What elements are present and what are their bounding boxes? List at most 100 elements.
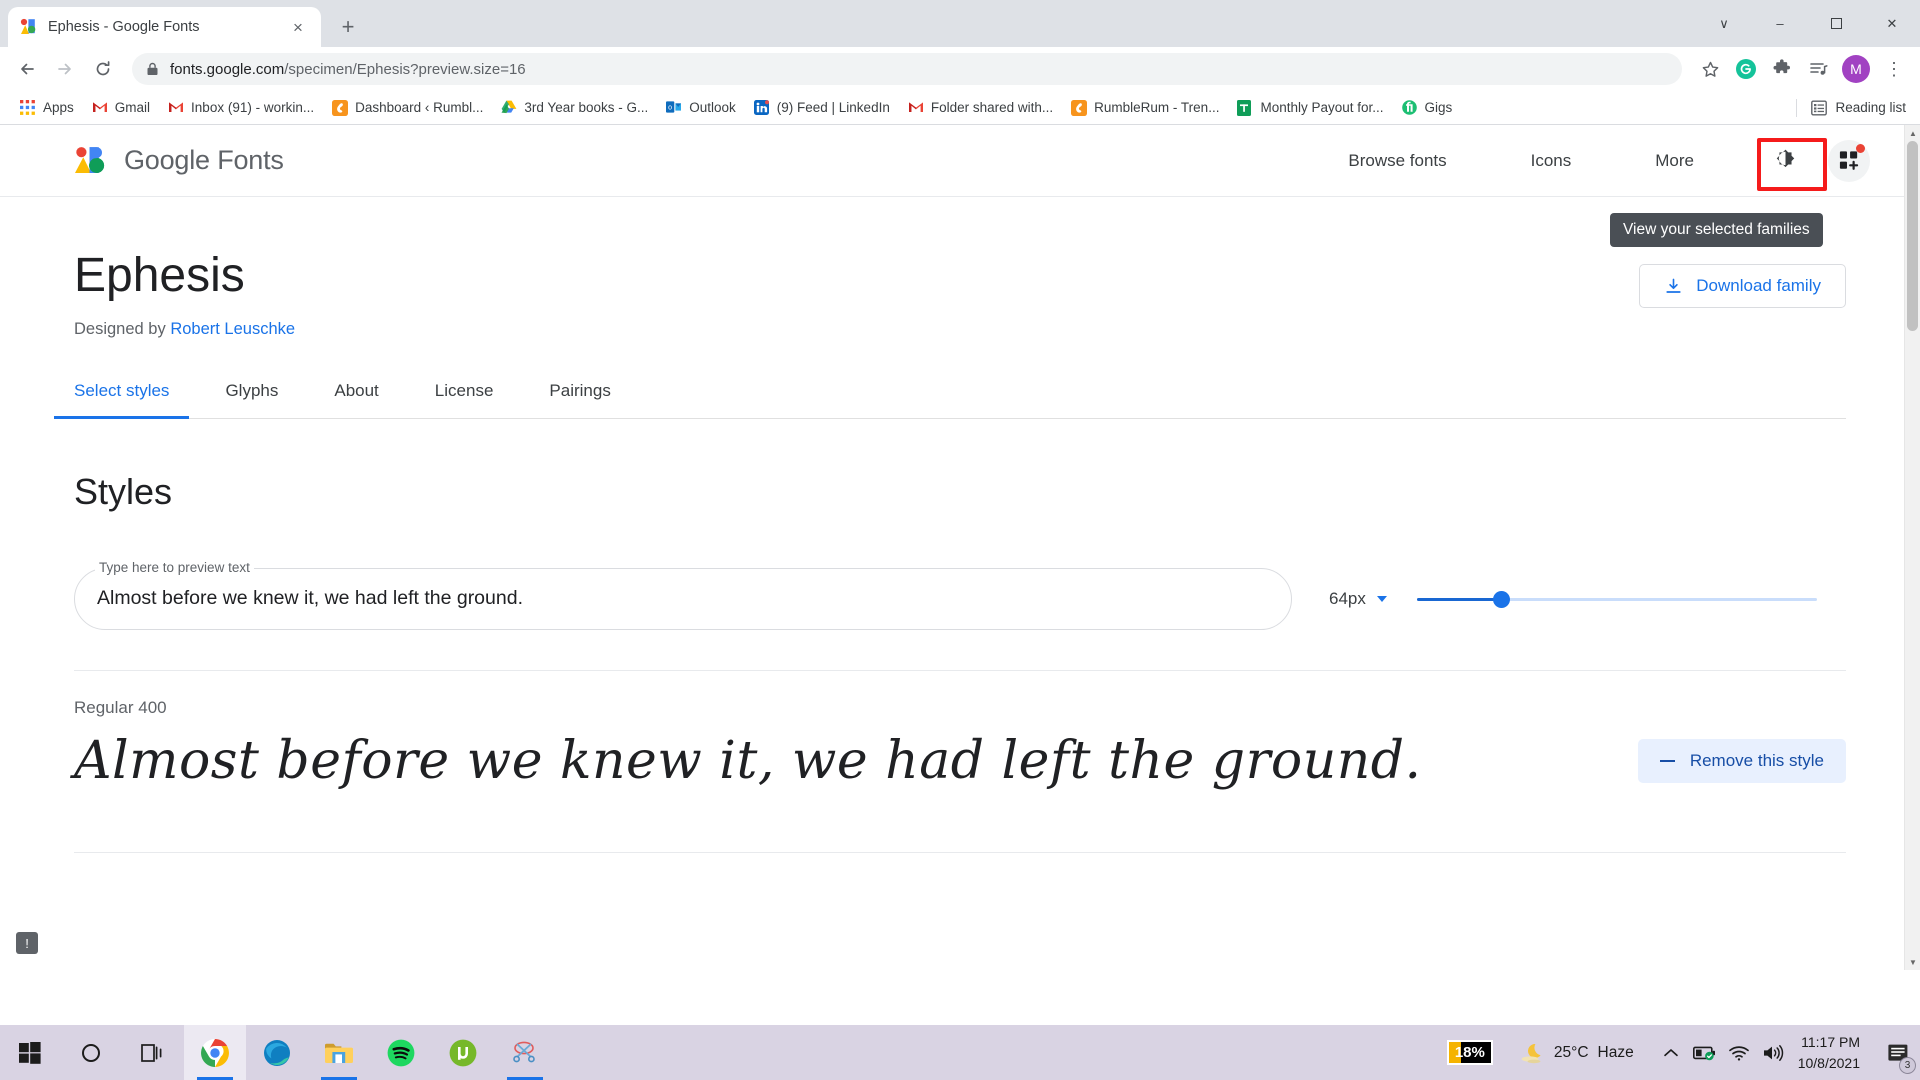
- notification-center-button[interactable]: 3: [1876, 1025, 1920, 1080]
- slider-thumb[interactable]: [1492, 590, 1510, 608]
- page-scrollbar[interactable]: ▲ ▼: [1904, 125, 1920, 970]
- bookmark-linkedin-feed[interactable]: (9) Feed | LinkedIn: [746, 96, 898, 120]
- url-domain: fonts.google.com: [170, 60, 285, 78]
- battery-percent-badge[interactable]: 18%: [1446, 1040, 1493, 1065]
- file-explorer-button[interactable]: [308, 1025, 370, 1080]
- download-family-label: Download family: [1696, 276, 1821, 295]
- reading-list-button[interactable]: Reading list: [1796, 98, 1906, 117]
- download-family-button[interactable]: Download family: [1639, 264, 1846, 308]
- tab-select-styles[interactable]: Select styles: [53, 381, 190, 419]
- remove-style-label: Remove this style: [1689, 750, 1824, 770]
- close-window-button[interactable]: ✕: [1864, 0, 1920, 47]
- system-tray: 18% 25°C Haze 11:17 PM 10/8/2021 3: [1446, 1025, 1920, 1080]
- nav-browse-fonts[interactable]: Browse fonts: [1306, 151, 1488, 171]
- start-button[interactable]: [0, 1025, 60, 1080]
- scroll-up-arrow-icon[interactable]: ▲: [1905, 125, 1920, 141]
- selected-families-icon[interactable]: [1828, 139, 1870, 182]
- avatar[interactable]: M: [1842, 55, 1870, 83]
- scroll-down-arrow-icon[interactable]: ▼: [1905, 954, 1920, 970]
- selected-families-badge: [1856, 143, 1865, 153]
- bookmark-label: Dashboard ‹ Rumbl...: [355, 100, 484, 115]
- outlook-icon: o: [666, 100, 682, 116]
- chevron-down-icon: [1376, 595, 1387, 602]
- nav-more[interactable]: More: [1613, 151, 1736, 171]
- back-icon[interactable]: [10, 52, 44, 86]
- bookmark-label: Outlook: [689, 100, 736, 115]
- tab-search-icon[interactable]: ∨: [1696, 0, 1752, 47]
- wifi-icon[interactable]: [1722, 1025, 1756, 1080]
- style-name: Regular 400: [74, 697, 167, 717]
- tab-glyphs[interactable]: Glyphs: [225, 381, 278, 418]
- reload-icon[interactable]: [86, 52, 120, 86]
- spotify-button[interactable]: [370, 1025, 432, 1080]
- bookmark-outlook[interactable]: o Outlook: [658, 96, 744, 120]
- bookmark-gigs[interactable]: Gigs: [1394, 96, 1461, 120]
- preview-text-input[interactable]: Type here to preview text Almost before …: [74, 559, 1292, 630]
- forward-icon[interactable]: [48, 52, 82, 86]
- bookmark-inbox[interactable]: Inbox (91) - workin...: [160, 96, 322, 120]
- task-view-button[interactable]: [122, 1025, 184, 1080]
- bookmark-monthly-payout[interactable]: Monthly Payout for...: [1229, 96, 1391, 120]
- close-icon[interactable]: ×: [287, 16, 309, 38]
- slider-fill: [1416, 597, 1501, 601]
- site-header: Google Fonts Browse fonts Icons More: [0, 125, 1920, 197]
- brand-text: Google Fonts: [124, 145, 284, 176]
- scrollbar-thumb[interactable]: [1907, 141, 1918, 331]
- tab-title: Ephesis - Google Fonts: [48, 19, 200, 35]
- gmail-icon: [908, 100, 924, 116]
- maximize-button[interactable]: [1808, 0, 1864, 47]
- bookmark-rumblerum[interactable]: RumbleRum - Tren...: [1063, 96, 1227, 120]
- star-icon[interactable]: [1694, 53, 1726, 85]
- bookmark-folder-shared[interactable]: Folder shared with...: [900, 96, 1061, 120]
- chrome-menu-icon[interactable]: ⋮: [1878, 53, 1910, 85]
- google-drive-icon: [501, 100, 517, 116]
- gmail-icon: [168, 100, 184, 116]
- tab-about[interactable]: About: [334, 381, 378, 418]
- font-size-select[interactable]: 64px: [1329, 589, 1387, 609]
- bookmark-3rd-year-books[interactable]: 3rd Year books - G...: [493, 96, 656, 120]
- tab-pairings[interactable]: Pairings: [549, 381, 610, 418]
- address-bar[interactable]: fonts.google.com/specimen/Ephesis?previe…: [132, 53, 1682, 85]
- lock-icon: [146, 62, 159, 76]
- url-path: /specimen/Ephesis?preview.size=16: [284, 60, 526, 78]
- designer-link[interactable]: Robert Leuschke: [170, 320, 295, 338]
- grammarly-extension-icon[interactable]: [1730, 53, 1762, 85]
- utorrent-button[interactable]: [432, 1025, 494, 1080]
- puzzle-icon[interactable]: [1766, 53, 1798, 85]
- weather-widget[interactable]: 25°C Haze: [1519, 1042, 1634, 1064]
- bookmark-dashboard-rumble[interactable]: Dashboard ‹ Rumbl...: [324, 96, 491, 120]
- tab-license[interactable]: License: [435, 381, 494, 418]
- media-list-icon[interactable]: [1802, 53, 1834, 85]
- minimize-button[interactable]: –: [1752, 0, 1808, 47]
- bookmark-gmail[interactable]: Gmail: [84, 96, 158, 120]
- clock-time: 11:17 PM: [1801, 1034, 1860, 1051]
- font-specimen-text: Almost before we knew it, we had left th…: [74, 730, 1422, 791]
- font-size-slider[interactable]: [1416, 588, 1817, 610]
- bookmark-apps[interactable]: Apps: [12, 96, 82, 120]
- notification-count-badge: 3: [1899, 1057, 1916, 1074]
- page-content: Google Fonts Browse fonts Icons More Eph…: [0, 125, 1920, 970]
- rumble-icon: [1071, 99, 1088, 116]
- browser-tab[interactable]: Ephesis - Google Fonts ×: [8, 7, 321, 47]
- fiverr-icon: [1401, 99, 1418, 116]
- bookmark-label: Gigs: [1424, 100, 1453, 115]
- remove-style-button[interactable]: Remove this style: [1637, 738, 1846, 783]
- snipping-tool-button[interactable]: [494, 1025, 556, 1080]
- search-button[interactable]: [60, 1025, 122, 1080]
- clock[interactable]: 11:17 PM 10/8/2021: [1798, 1032, 1860, 1073]
- volume-icon[interactable]: [1756, 1025, 1790, 1080]
- edge-button[interactable]: [246, 1025, 308, 1080]
- chrome-button[interactable]: [184, 1025, 246, 1080]
- feedback-icon[interactable]: !: [16, 932, 38, 954]
- battery-icon[interactable]: [1688, 1025, 1722, 1080]
- rumble-icon: [332, 99, 349, 116]
- show-hidden-icons-button[interactable]: [1654, 1025, 1688, 1080]
- browser-toolbar: fonts.google.com/specimen/Ephesis?previe…: [0, 47, 1920, 91]
- linkedin-icon: [753, 99, 770, 116]
- new-tab-button[interactable]: +: [331, 10, 365, 44]
- google-fonts-logo[interactable]: Google Fonts: [74, 145, 284, 176]
- nav-icons[interactable]: Icons: [1489, 151, 1614, 171]
- dark-mode-toggle-icon[interactable]: [1764, 140, 1806, 182]
- preview-controls-row: Type here to preview text Almost before …: [74, 559, 1846, 630]
- weather-temperature: 25°C: [1553, 1043, 1589, 1061]
